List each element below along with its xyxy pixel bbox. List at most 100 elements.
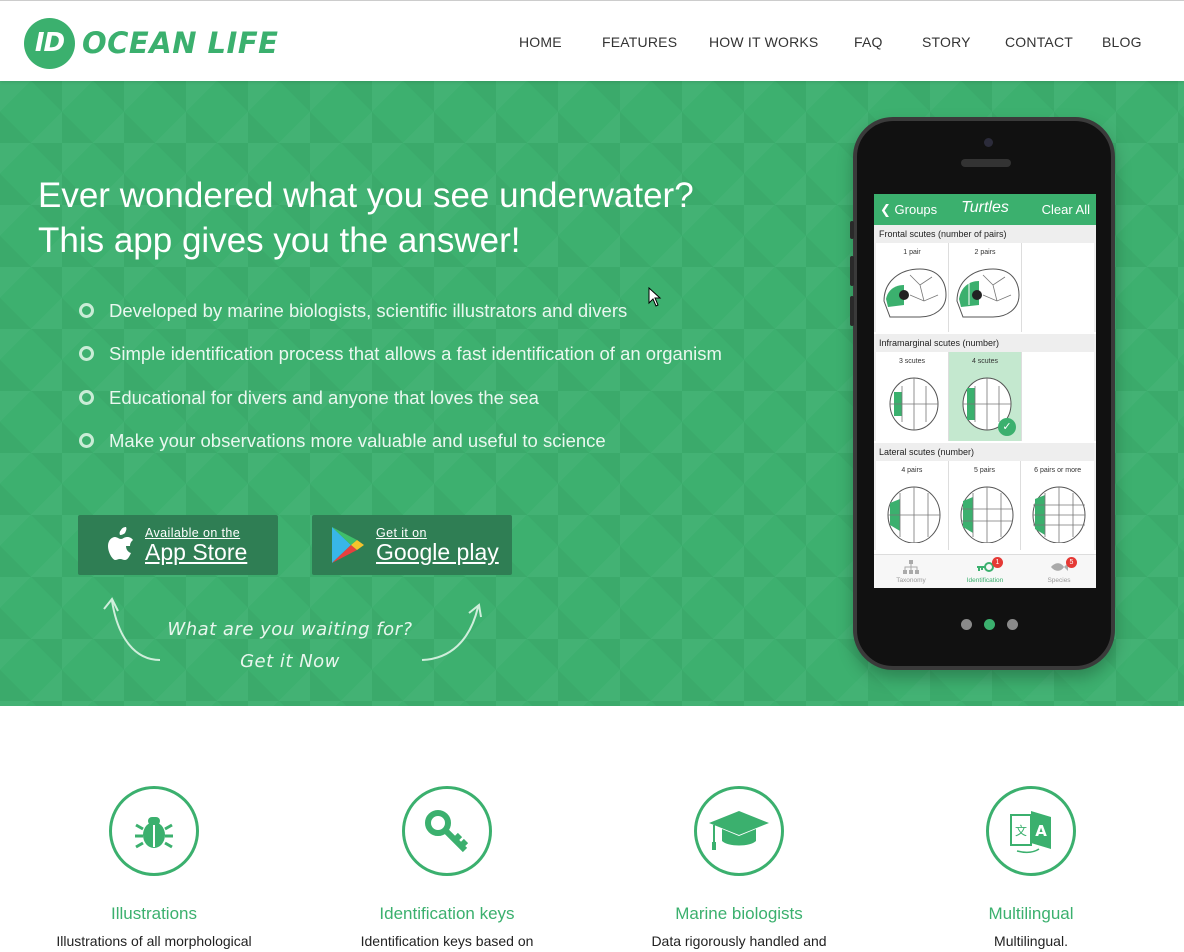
question-lateral-scutes: Lateral scutes (number) 4 pairs 5 pairs xyxy=(874,443,1096,550)
google-play-icon xyxy=(332,527,364,563)
mouse-cursor-icon xyxy=(648,287,662,307)
cta-text: What are you waiting for? Get it Now xyxy=(160,614,420,678)
identification-badge: 1 xyxy=(992,557,1003,568)
empty-cell xyxy=(1022,352,1094,441)
hero-headline: Ever wondered what you see underwater? T… xyxy=(38,173,778,263)
turtle-carapace-illustration-icon xyxy=(1032,486,1086,543)
apple-icon xyxy=(108,527,133,560)
feature-description: Illustrations of all morphological xyxy=(56,933,252,949)
feature-card-multilingual: A 文 Multilingual Multilingual. xyxy=(911,786,1151,949)
option-cell[interactable]: 5 pairs xyxy=(948,461,1022,550)
phone-speaker xyxy=(961,159,1011,167)
circle-bullet-icon xyxy=(79,303,94,318)
phone-side-button xyxy=(850,296,854,326)
carousel-dots xyxy=(961,619,1030,630)
checkmark-icon: ✓ xyxy=(998,418,1016,436)
turtle-head-illustration-icon xyxy=(956,268,1020,318)
phone-screen: ❮ Groups Turtles Clear All Frontal scute… xyxy=(874,194,1096,588)
feature-description: Identification keys based on xyxy=(360,933,534,949)
list-item: Make your observations more valuable and… xyxy=(79,429,722,472)
appstore-small-text: Available on the xyxy=(145,526,241,540)
feature-icon-circle xyxy=(694,786,784,876)
carousel-dot-active[interactable] xyxy=(984,619,995,630)
google-play-button[interactable]: Get it on Google play xyxy=(312,515,512,575)
appstore-big-text: App Store xyxy=(145,539,248,565)
circle-bullet-icon xyxy=(79,389,94,405)
option-cell[interactable]: 4 pairs xyxy=(876,461,949,550)
question-label: Inframarginal scutes (number) xyxy=(879,338,1000,348)
graduation-cap-icon xyxy=(709,811,769,850)
googleplay-big-text: Google play xyxy=(376,539,499,565)
turtle-carapace-illustration-icon xyxy=(960,486,1014,543)
question-label: Frontal scutes (number of pairs) xyxy=(879,229,1007,239)
feature-title: Multilingual xyxy=(988,904,1074,923)
question-inframarginal-scutes: Inframarginal scutes (number) 3 scutes 4… xyxy=(874,334,1096,441)
svg-text:文: 文 xyxy=(1015,823,1027,838)
hierarchy-icon xyxy=(903,560,919,574)
translate-icon: A 文 xyxy=(1010,811,1051,854)
nav-faq[interactable]: FAQ xyxy=(854,34,883,50)
option-cell[interactable]: 6 pairs or more xyxy=(1021,461,1094,550)
circle-bullet-icon xyxy=(79,432,94,448)
key-icon xyxy=(425,810,469,853)
species-badge: 5 xyxy=(1066,557,1077,568)
list-item: Educational for divers and anyone that l… xyxy=(79,386,722,429)
cta-line-1: What are you waiting for? xyxy=(167,619,413,640)
feature-icon-circle xyxy=(402,786,492,876)
feature-description: Data rigorously handled and xyxy=(651,933,827,949)
turtle-plastron-illustration-icon xyxy=(889,377,939,431)
option-cell[interactable]: 1 pair xyxy=(876,243,949,332)
nav-story[interactable]: STORY xyxy=(922,34,971,50)
option-cell[interactable]: 2 pairs xyxy=(949,243,1022,332)
navbar: ID OCEAN LIFE HOME FEATURES HOW IT WORKS… xyxy=(0,0,1184,81)
feature-icon-circle xyxy=(109,786,199,876)
phone-side-button xyxy=(850,256,854,286)
feature-card-marine-biologists: Marine biologists Data rigorously handle… xyxy=(619,786,859,949)
app-store-button[interactable]: Available on the App Store xyxy=(78,515,278,575)
hero-section: Ever wondered what you see underwater? T… xyxy=(0,81,1184,706)
feature-title: Identification keys xyxy=(379,904,515,923)
nav-contact[interactable]: CONTACT xyxy=(1005,34,1073,50)
main-nav: HOME FEATURES HOW IT WORKS FAQ STORY CON… xyxy=(0,34,1184,54)
nav-blog[interactable]: BLOG xyxy=(1102,34,1142,50)
feature-description: Multilingual. xyxy=(994,933,1068,949)
headline-line-1: Ever wondered what you see underwater? xyxy=(38,176,694,215)
app-header: ❮ Groups Turtles Clear All xyxy=(874,194,1096,225)
nav-features[interactable]: FEATURES xyxy=(602,34,677,50)
phone-camera xyxy=(984,138,993,147)
question-label: Lateral scutes (number) xyxy=(879,447,975,457)
feature-card-illustrations: Illustrations Illustrations of all morph… xyxy=(34,786,274,949)
list-item: Developed by marine biologists, scientif… xyxy=(79,299,722,342)
curved-arrow-left-icon xyxy=(103,597,161,661)
nav-how-it-works[interactable]: HOW IT WORKS xyxy=(709,34,818,50)
feature-title: Marine biologists xyxy=(675,904,803,923)
phone-side-button xyxy=(850,221,854,239)
option-cell[interactable]: 3 scutes xyxy=(876,352,949,441)
app-tab-bar: Taxonomy 1 Identification 5 Species xyxy=(874,554,1096,588)
tab-taxonomy[interactable]: Taxonomy xyxy=(874,555,948,588)
carousel-dot[interactable] xyxy=(961,619,972,630)
option-cell-selected[interactable]: 4 scutes ✓ xyxy=(949,352,1022,441)
clear-all-button[interactable]: Clear All xyxy=(1042,202,1090,217)
cta-line-2: Get it Now xyxy=(240,651,340,672)
carousel-dot[interactable] xyxy=(1007,619,1018,630)
nav-home[interactable]: HOME xyxy=(519,34,562,50)
feature-title: Illustrations xyxy=(111,904,197,923)
tab-identification[interactable]: 1 Identification xyxy=(948,555,1022,588)
curved-arrow-right-icon xyxy=(421,603,482,661)
tab-species[interactable]: 5 Species xyxy=(1022,555,1096,588)
bug-icon xyxy=(135,817,173,849)
svg-text:A: A xyxy=(1035,822,1047,840)
turtle-carapace-illustration-icon xyxy=(887,486,941,543)
question-frontal-scutes: Frontal scutes (number of pairs) 1 pair … xyxy=(874,225,1096,332)
circle-bullet-icon xyxy=(79,346,94,362)
empty-cell xyxy=(1022,243,1094,332)
feature-icon-circle: A 文 xyxy=(986,786,1076,876)
headline-line-2: This app gives you the answer! xyxy=(38,221,521,260)
feature-list: Developed by marine biologists, scientif… xyxy=(79,299,722,472)
list-item: Simple identification process that allow… xyxy=(79,342,722,385)
feature-card-identification-keys: Identification keys Identification keys … xyxy=(327,786,567,949)
googleplay-small-text: Get it on xyxy=(376,526,427,540)
turtle-head-illustration-icon xyxy=(883,268,947,318)
phone-mockup: ❮ Groups Turtles Clear All Frontal scute… xyxy=(850,117,1115,670)
